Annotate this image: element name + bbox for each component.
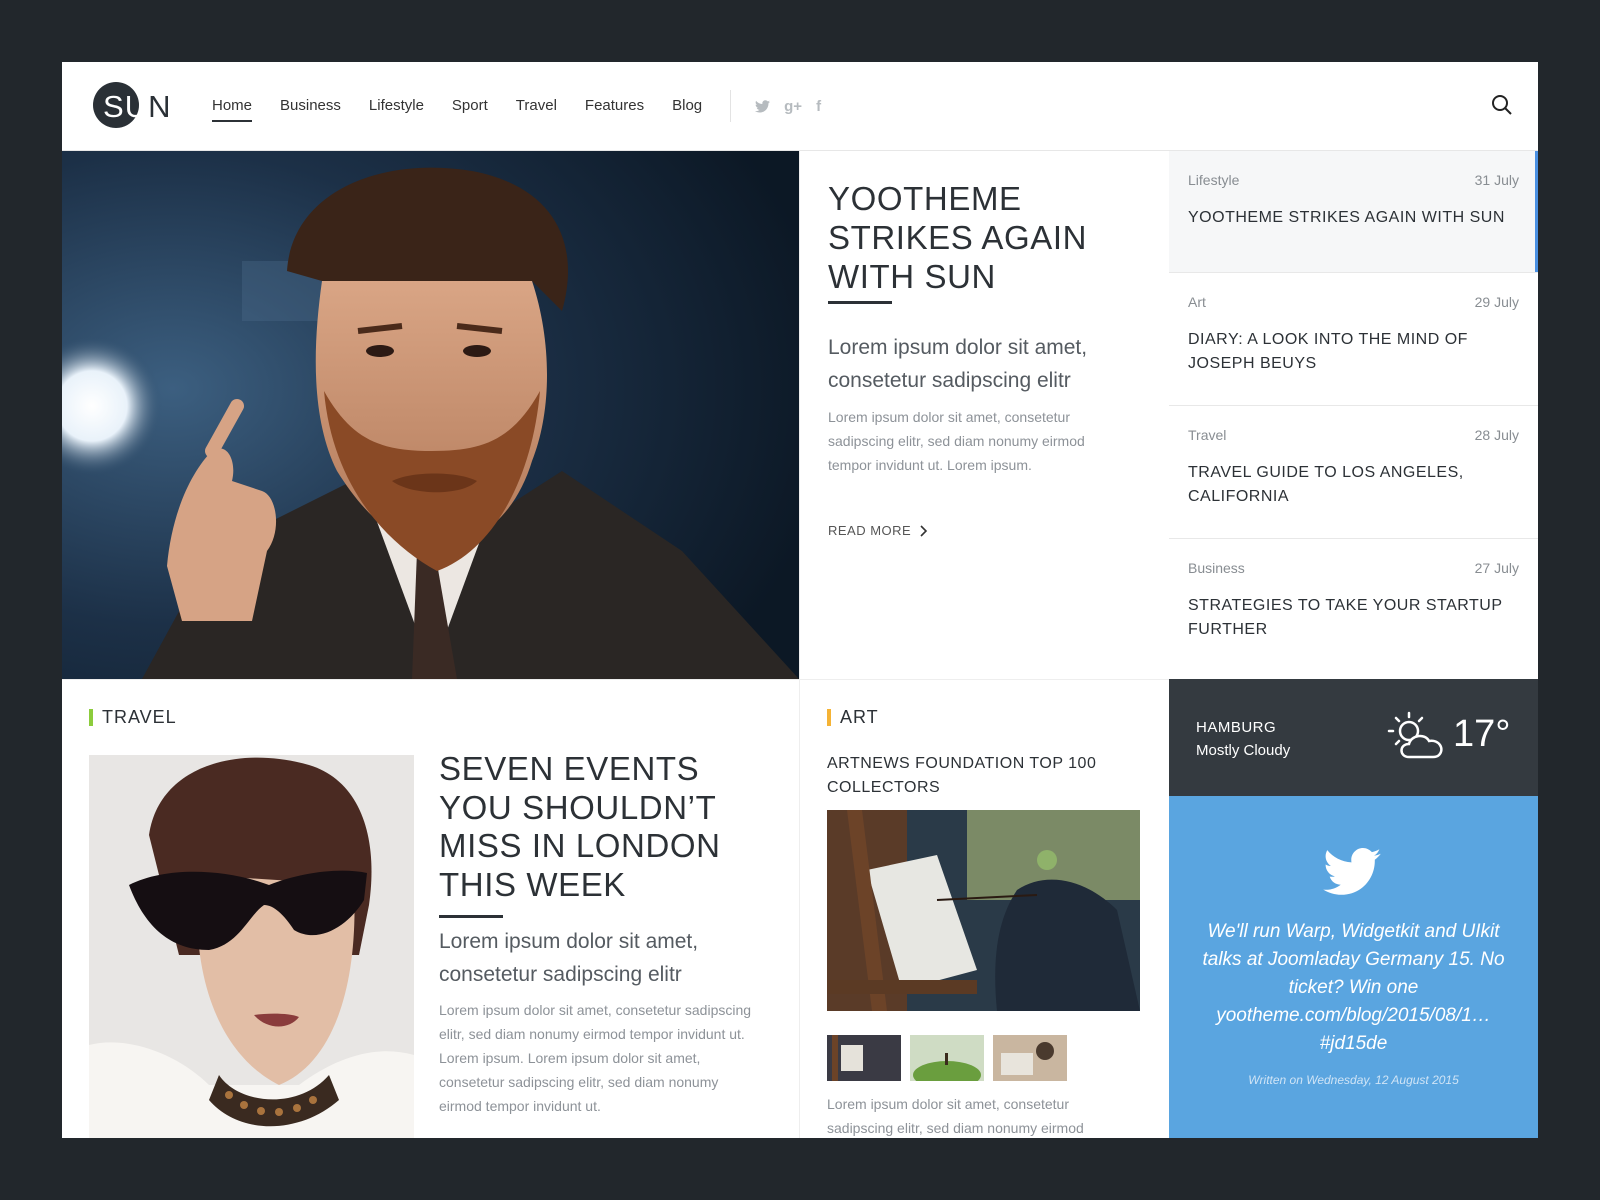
title-underline: [439, 915, 503, 918]
list-item-title[interactable]: TRAVEL GUIDE TO LOS ANGELES, CALIFORNIA: [1188, 461, 1518, 509]
weather-city: HAMBURG: [1196, 719, 1277, 736]
section-label-text: TRAVEL: [102, 707, 177, 727]
art-body: Lorem ipsum dolor sit amet, consetetur s…: [827, 1096, 1084, 1136]
list-item-title[interactable]: DIARY: A LOOK INTO THE MIND OF JOSEPH BE…: [1188, 328, 1518, 376]
tweet-date: Written on Wednesday, 12 August 2015: [1248, 1073, 1459, 1087]
list-item-category: Travel: [1188, 427, 1227, 443]
twitter-icon[interactable]: [755, 99, 771, 113]
nav-home[interactable]: Home: [212, 62, 253, 150]
art-image[interactable]: [827, 810, 1140, 1011]
twitter-bird-icon[interactable]: [1323, 848, 1381, 896]
nav-blog[interactable]: Blog: [672, 62, 702, 150]
nav-travel[interactable]: Travel: [516, 62, 557, 150]
hero-image[interactable]: [62, 151, 799, 679]
chevron-right-icon: [920, 524, 928, 537]
list-item-title[interactable]: YOOTHEME STRIKES AGAIN WITH SUN: [1188, 206, 1518, 230]
page-frame: SUN Home Business Lifestyle Sport Travel…: [62, 62, 1538, 1138]
section-accent: [89, 709, 93, 726]
social-links: g+ f: [755, 98, 821, 115]
thumbnail[interactable]: [827, 1035, 901, 1081]
list-item-category: Lifestyle: [1188, 172, 1240, 188]
section-label-art[interactable]: ART: [827, 707, 879, 728]
latest-list: Lifestyle 31 July YOOTHEME STRIKES AGAIN…: [1169, 151, 1538, 679]
twitter-widget: We'll run Warp, Widgetkit and UIkit talk…: [1169, 796, 1538, 1138]
nav-business[interactable]: Business: [280, 62, 341, 150]
section-label-travel[interactable]: TRAVEL: [89, 707, 177, 728]
list-item-date: 27 July: [1474, 560, 1519, 576]
section-label-text: ART: [840, 707, 879, 727]
hero-title[interactable]: YOOTHEME STRIKES AGAIN WITH SUN: [828, 179, 1158, 296]
list-item[interactable]: Travel 28 July TRAVEL GUIDE TO LOS ANGEL…: [1169, 406, 1538, 539]
travel-image[interactable]: [89, 755, 414, 1138]
logo[interactable]: SUN: [93, 82, 170, 128]
read-more-link[interactable]: READ MORE: [828, 523, 928, 538]
travel-section: TRAVEL SEVEN EVENTS YOU SHOULDN’T MISS I…: [62, 679, 799, 1138]
read-more-label: READ MORE: [828, 523, 912, 538]
travel-lead: Lorem ipsum dolor sit amet, consetetur s…: [439, 930, 699, 986]
list-item-title[interactable]: STRATEGIES TO TAKE YOUR STARTUP FURTHER: [1188, 594, 1518, 642]
section-accent: [827, 709, 831, 726]
travel-body: Lorem ipsum dolor sit amet, consetetur s…: [439, 1002, 752, 1114]
weather-widget: HAMBURG Mostly Cloudy 17°: [1169, 679, 1538, 796]
nav-sport[interactable]: Sport: [452, 62, 488, 150]
nav-lifestyle[interactable]: Lifestyle: [369, 62, 424, 150]
site-header: SUN Home Business Lifestyle Sport Travel…: [62, 62, 1538, 151]
main-nav: Home Business Lifestyle Sport Travel Fea…: [212, 62, 821, 150]
art-photo: [827, 810, 1140, 1011]
list-item-date: 31 July: [1474, 172, 1519, 188]
travel-photo: [89, 755, 414, 1138]
google-plus-icon[interactable]: g+: [784, 98, 802, 115]
hero-lead: Lorem ipsum dolor sit amet, consetetur s…: [828, 336, 1088, 392]
list-item-date: 29 July: [1474, 294, 1519, 310]
art-title[interactable]: ARTNEWS FOUNDATION TOP 100 COLLECTORS: [827, 752, 1127, 800]
list-item-category: Art: [1188, 294, 1206, 310]
thumbnail[interactable]: [910, 1035, 984, 1081]
nav-divider: [730, 90, 732, 122]
tweet-text[interactable]: We'll run Warp, Widgetkit and UIkit talk…: [1199, 918, 1508, 1058]
art-section: ART ARTNEWS FOUNDATION TOP 100 COLLECTOR…: [799, 679, 1170, 1138]
list-item-category: Business: [1188, 560, 1245, 576]
title-underline: [828, 301, 892, 304]
weather-temperature: 17°: [1453, 713, 1511, 755]
hero-body: Lorem ipsum dolor sit amet, consetetur s…: [828, 409, 1085, 473]
list-item[interactable]: Lifestyle 31 July YOOTHEME STRIKES AGAIN…: [1169, 151, 1538, 273]
list-item-date: 28 July: [1474, 427, 1519, 443]
nav-features[interactable]: Features: [585, 62, 644, 150]
hero-article: YOOTHEME STRIKES AGAIN WITH SUN Lorem ip…: [799, 151, 1170, 679]
list-item[interactable]: Business 27 July STRATEGIES TO TAKE YOUR…: [1169, 539, 1538, 679]
search-icon[interactable]: [1490, 93, 1514, 117]
weather-condition: Mostly Cloudy: [1196, 742, 1291, 759]
logo-text: SUN: [103, 89, 172, 124]
list-item[interactable]: Art 29 July DIARY: A LOOK INTO THE MIND …: [1169, 273, 1538, 406]
art-thumbnails: [827, 1035, 1067, 1081]
facebook-icon[interactable]: f: [816, 98, 821, 115]
travel-title[interactable]: SEVEN EVENTS YOU SHOULDN’T MISS IN LONDO…: [439, 750, 759, 904]
partly-cloudy-icon: [1387, 711, 1443, 759]
hero-photo: [62, 151, 799, 679]
thumbnail[interactable]: [993, 1035, 1067, 1081]
